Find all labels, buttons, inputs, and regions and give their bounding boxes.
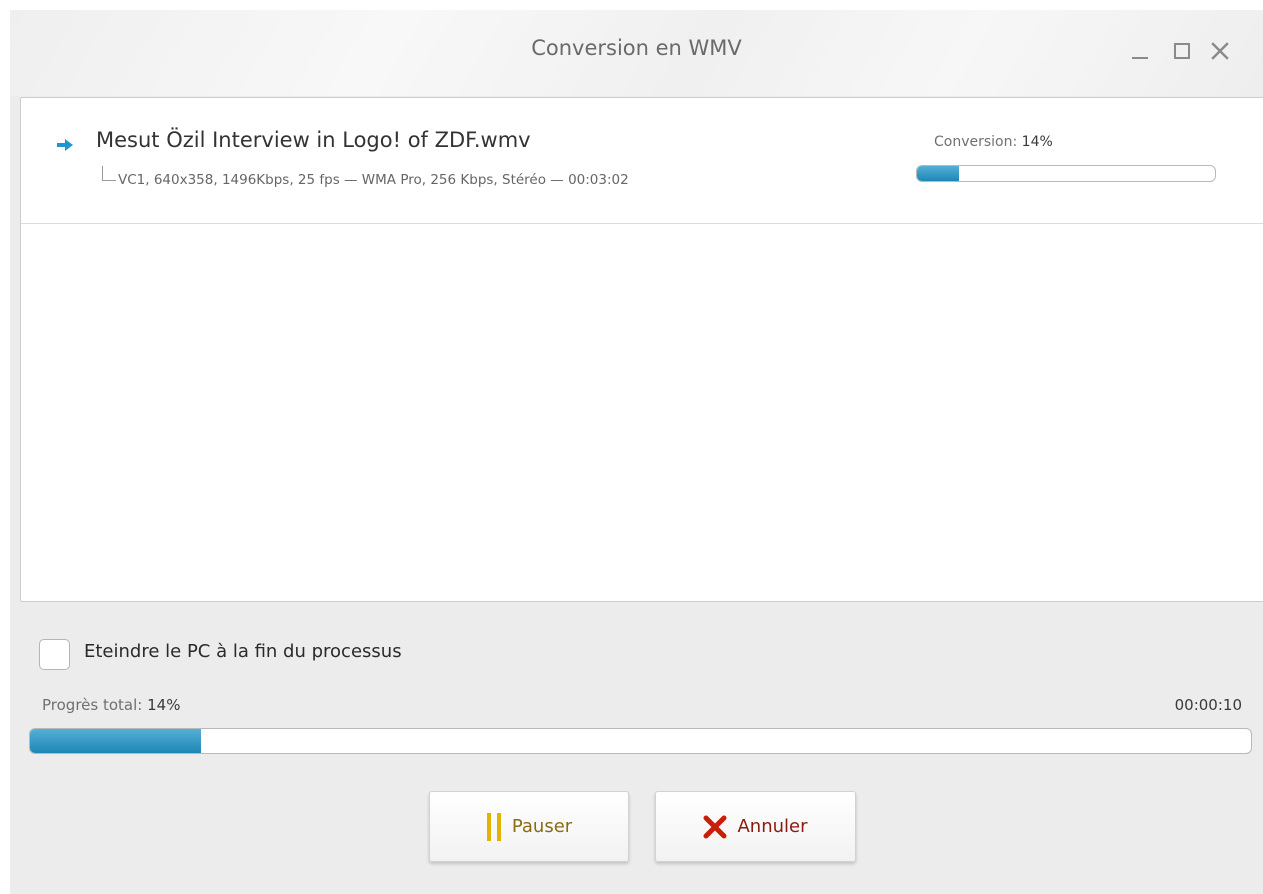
arrow-right-icon bbox=[57, 139, 73, 151]
elapsed-time: 00:00:10 bbox=[1174, 696, 1242, 714]
tree-connector bbox=[102, 166, 116, 181]
maximize-button[interactable] bbox=[1170, 38, 1194, 64]
file-progress-bar bbox=[916, 165, 1216, 182]
conversion-label-text: Conversion: bbox=[934, 134, 1018, 150]
minimize-icon bbox=[1132, 57, 1148, 59]
total-progress-bar bbox=[29, 728, 1252, 754]
total-progress-fill bbox=[30, 729, 201, 753]
shutdown-label[interactable]: Eteindre le PC à la fin du processus bbox=[84, 641, 402, 662]
total-percent: 14% bbox=[147, 696, 181, 714]
conversion-progress-label: Conversion: 14% bbox=[934, 134, 1053, 150]
file-info: VC1, 640x358, 1496Kbps, 25 fps — WMA Pro… bbox=[118, 172, 629, 188]
close-button[interactable] bbox=[1208, 38, 1232, 64]
cancel-button[interactable]: Annuler bbox=[655, 791, 856, 862]
conversion-percent: 14% bbox=[1021, 134, 1053, 150]
title-bar[interactable]: Conversion en WMV bbox=[10, 10, 1263, 96]
pause-button[interactable]: Pauser bbox=[429, 791, 629, 862]
shutdown-checkbox[interactable] bbox=[39, 639, 70, 670]
total-progress-label: Progrès total: 14% bbox=[42, 696, 180, 714]
maximize-icon bbox=[1174, 43, 1190, 59]
cancel-label: Annuler bbox=[737, 816, 808, 837]
file-name: Mesut Özil Interview in Logo! of ZDF.wmv bbox=[96, 128, 531, 152]
conversion-window: Conversion en WMV Mesut Özil Interview i… bbox=[10, 10, 1263, 894]
total-label-text: Progrès total: bbox=[42, 696, 143, 714]
pause-icon bbox=[486, 812, 501, 841]
file-row[interactable]: Mesut Özil Interview in Logo! of ZDF.wmv… bbox=[21, 98, 1263, 224]
window-title: Conversion en WMV bbox=[531, 36, 742, 60]
x-icon bbox=[703, 815, 727, 838]
minimize-button[interactable] bbox=[1128, 38, 1152, 64]
file-progress-fill bbox=[917, 166, 959, 181]
close-icon bbox=[1211, 42, 1229, 60]
pause-label: Pauser bbox=[511, 816, 573, 837]
